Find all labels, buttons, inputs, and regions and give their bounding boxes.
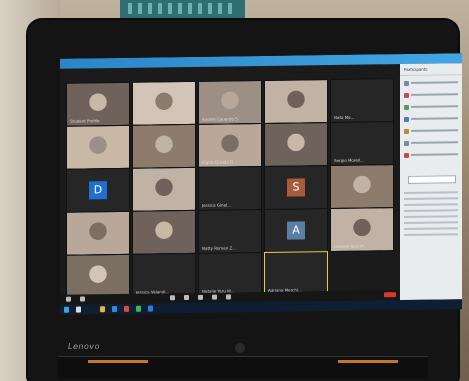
reactions-icon[interactable] (226, 294, 231, 300)
participant-tile[interactable] (264, 122, 328, 167)
participant-tile[interactable] (132, 123, 196, 169)
participant-initial: A (287, 221, 305, 240)
participant-video (331, 165, 393, 209)
participant-name: Nata Ma... (334, 114, 355, 120)
laptop-brand-label: Lenovo (68, 342, 100, 351)
participant-name: Student Profile (70, 118, 100, 124)
participants-title: Participants (400, 63, 462, 77)
participant-tile[interactable] (66, 253, 130, 299)
share-screen-icon[interactable] (198, 294, 203, 300)
participant-name: Natty Roman Z... (202, 245, 236, 251)
mute-icon[interactable] (66, 296, 71, 302)
participant-video (133, 81, 195, 125)
participant-video (133, 167, 195, 211)
participant-video (133, 124, 195, 168)
folder-icon[interactable] (100, 306, 105, 313)
participant-tile[interactable] (132, 166, 196, 212)
record-icon[interactable] (212, 294, 217, 300)
participant-tile[interactable] (66, 124, 130, 170)
participant-tile[interactable]: Nata Ma... (330, 78, 394, 124)
start-icon[interactable] (64, 306, 69, 313)
participant-video (67, 254, 129, 298)
participant-tile[interactable]: A (264, 208, 328, 253)
participant-video (67, 211, 129, 255)
participant-tile[interactable]: Daniela Ruiz M... (330, 207, 394, 253)
participants-icon[interactable] (170, 295, 175, 301)
laptop-screen: Student Profile Andrés Eduardo S. Nata Ma.… (60, 53, 462, 315)
hinge-accent-right (338, 360, 398, 363)
browser-icon[interactable] (112, 306, 117, 313)
end-meeting-button[interactable] (384, 292, 396, 298)
participant-name: Daniela Ruiz M... (334, 243, 368, 249)
participant-tile[interactable]: Jessica Velandi... (132, 252, 196, 298)
participant-tile[interactable]: S (264, 165, 328, 210)
participant-initial: S (287, 178, 305, 197)
participant-initial: D (89, 181, 107, 200)
participant-video (67, 125, 129, 169)
participant-tile[interactable] (66, 210, 130, 256)
participant-video (133, 210, 195, 254)
chat-icon[interactable] (184, 295, 189, 301)
participant-tile[interactable] (264, 79, 328, 124)
participant-tile[interactable]: Natalie Yaru M... (198, 251, 262, 297)
hinge-accent-left (88, 360, 148, 363)
participant-tile[interactable]: D (66, 167, 130, 213)
participant-video (265, 80, 327, 123)
participant-tile[interactable]: Ingrid Grisela D... (198, 122, 262, 168)
panel-button[interactable] (408, 175, 456, 184)
search-icon[interactable] (76, 306, 81, 313)
participant-tile[interactable] (132, 209, 196, 255)
participant-tile[interactable]: Natty Roman Z... (198, 208, 262, 254)
participant-tile[interactable] (330, 164, 394, 210)
webcam-dot (235, 343, 245, 353)
participant-tile[interactable] (132, 80, 196, 126)
participant-video (265, 123, 327, 166)
teal-box (120, 0, 245, 20)
participant-tile[interactable]: Sergio Morell... (330, 121, 394, 167)
participant-tile[interactable]: Student Profile (66, 81, 130, 127)
participants-panel[interactable]: Participants (400, 63, 462, 301)
video-gallery: Student Profile Andrés Eduardo S. Nata Ma.… (66, 78, 396, 299)
app-icon[interactable] (136, 305, 141, 312)
video-icon[interactable] (80, 296, 85, 302)
app-icon[interactable] (124, 305, 129, 312)
participant-tile[interactable]: Jessica Ginel... (198, 165, 262, 211)
participant-name: Ingrid Grisela D... (202, 159, 237, 165)
participant-tile[interactable]: Adriana Merchi... (264, 251, 328, 296)
participant-name: Sergio Morell... (334, 157, 364, 163)
participant-name: Jessica Ginel... (202, 202, 231, 208)
zoom-app-icon[interactable] (148, 305, 153, 312)
participant-name: Andrés Eduardo S. (202, 116, 239, 122)
participant-tile[interactable]: Andrés Eduardo S. (198, 79, 262, 125)
